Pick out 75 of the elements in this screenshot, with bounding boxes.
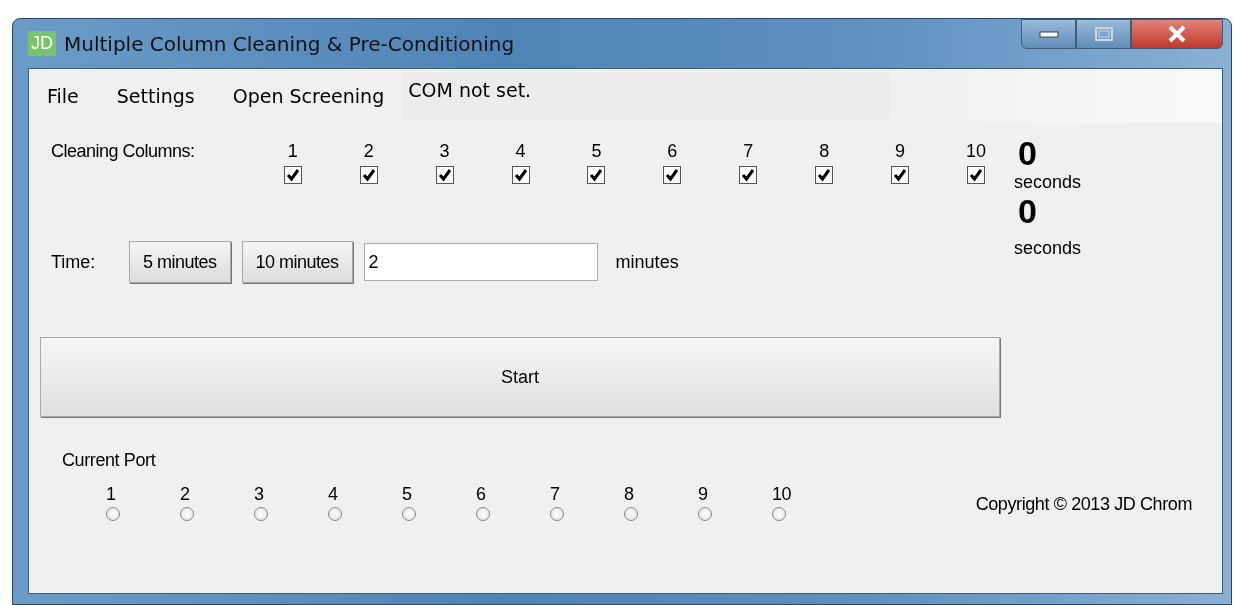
- column-number: 4: [515, 141, 526, 162]
- checkmark-icon: [817, 168, 832, 182]
- window-title: Multiple Column Cleaning & Pre-Conditioning: [64, 31, 515, 56]
- port-radio[interactable]: [180, 507, 194, 521]
- column-number: 10: [966, 141, 987, 162]
- port-radio[interactable]: [698, 507, 712, 521]
- port-number: 9: [698, 485, 708, 503]
- menu-item[interactable]: Settings: [116, 85, 195, 107]
- port-radio[interactable]: [772, 507, 786, 521]
- maximize-button[interactable]: [1076, 19, 1131, 49]
- checkmark-icon: [589, 168, 604, 182]
- minimize-icon: [1038, 30, 1059, 38]
- port-radio[interactable]: [476, 507, 490, 521]
- column-checkbox[interactable]: [739, 166, 758, 184]
- time-label: Time:: [51, 251, 97, 273]
- column-checkbox[interactable]: [815, 166, 834, 184]
- column-number: 7: [743, 141, 754, 162]
- app-icon: JD: [28, 31, 56, 56]
- checkmark-icon: [741, 168, 756, 182]
- column-checkbox[interactable]: [511, 166, 530, 184]
- column-checkbox[interactable]: [359, 166, 378, 184]
- column-checkbox[interactable]: [587, 166, 606, 184]
- port-number: 4: [328, 485, 338, 503]
- checkmark-icon: [285, 168, 300, 182]
- column-number: 3: [439, 141, 450, 162]
- column-checkbox[interactable]: [891, 166, 910, 184]
- column-checkbox[interactable]: [435, 166, 454, 184]
- checkmark-icon: [969, 168, 984, 182]
- column-number: 8: [819, 141, 830, 162]
- column-checkbox[interactable]: [663, 166, 682, 184]
- port-radio[interactable]: [550, 507, 564, 521]
- checkmark-icon: [361, 168, 376, 182]
- close-button[interactable]: [1131, 19, 1223, 49]
- checkmark-icon: [893, 168, 908, 182]
- port-radio[interactable]: [402, 507, 416, 521]
- timer-unit: seconds: [1014, 171, 1082, 193]
- minutes-input-field[interactable]: 2: [363, 243, 598, 281]
- column-number: 2: [363, 141, 374, 162]
- column-number: 9: [895, 141, 906, 162]
- menu-item[interactable]: File: [47, 85, 79, 107]
- port-radio[interactable]: [624, 507, 638, 521]
- column-number: 5: [591, 141, 602, 162]
- port-radio[interactable]: [328, 507, 342, 521]
- checkmark-icon: [437, 168, 452, 182]
- start-button[interactable]: Start: [40, 337, 1000, 417]
- timer-value: 0: [1018, 193, 1037, 229]
- port-number: 7: [550, 485, 560, 503]
- current-port-label: Current Port: [62, 450, 156, 470]
- timer-unit: seconds: [1014, 237, 1082, 259]
- status-text: COM not set.: [402, 73, 891, 119]
- column-checkbox[interactable]: [967, 166, 986, 184]
- menu-item[interactable]: Open Screening: [232, 85, 385, 107]
- maximize-icon: [1093, 26, 1114, 42]
- port-radio[interactable]: [254, 507, 268, 521]
- port-number: 3: [254, 485, 264, 503]
- port-number: 2: [180, 485, 190, 503]
- checkmark-icon: [513, 168, 528, 182]
- copyright-text: Copyright © 2013 JD Chrom: [975, 494, 1192, 515]
- minimize-button[interactable]: [1021, 19, 1076, 49]
- column-number: 6: [667, 141, 678, 162]
- port-number: 1: [106, 485, 116, 503]
- column-number: 1: [287, 141, 298, 162]
- cleaning-columns-label: Cleaning Columns:: [51, 141, 196, 163]
- timer-value: 0: [1018, 135, 1037, 171]
- preset-button[interactable]: 10 minutes: [241, 241, 353, 283]
- port-number: 5: [402, 485, 412, 503]
- column-checkbox[interactable]: [283, 166, 302, 184]
- minutes-label: minutes: [615, 251, 679, 273]
- checkmark-icon: [665, 168, 680, 182]
- port-number: 8: [624, 485, 634, 503]
- preset-button[interactable]: 5 minutes: [129, 241, 231, 283]
- port-number: 10: [772, 485, 792, 503]
- close-icon: [1167, 25, 1187, 43]
- port-radio[interactable]: [106, 507, 120, 521]
- port-number: 6: [476, 485, 486, 503]
